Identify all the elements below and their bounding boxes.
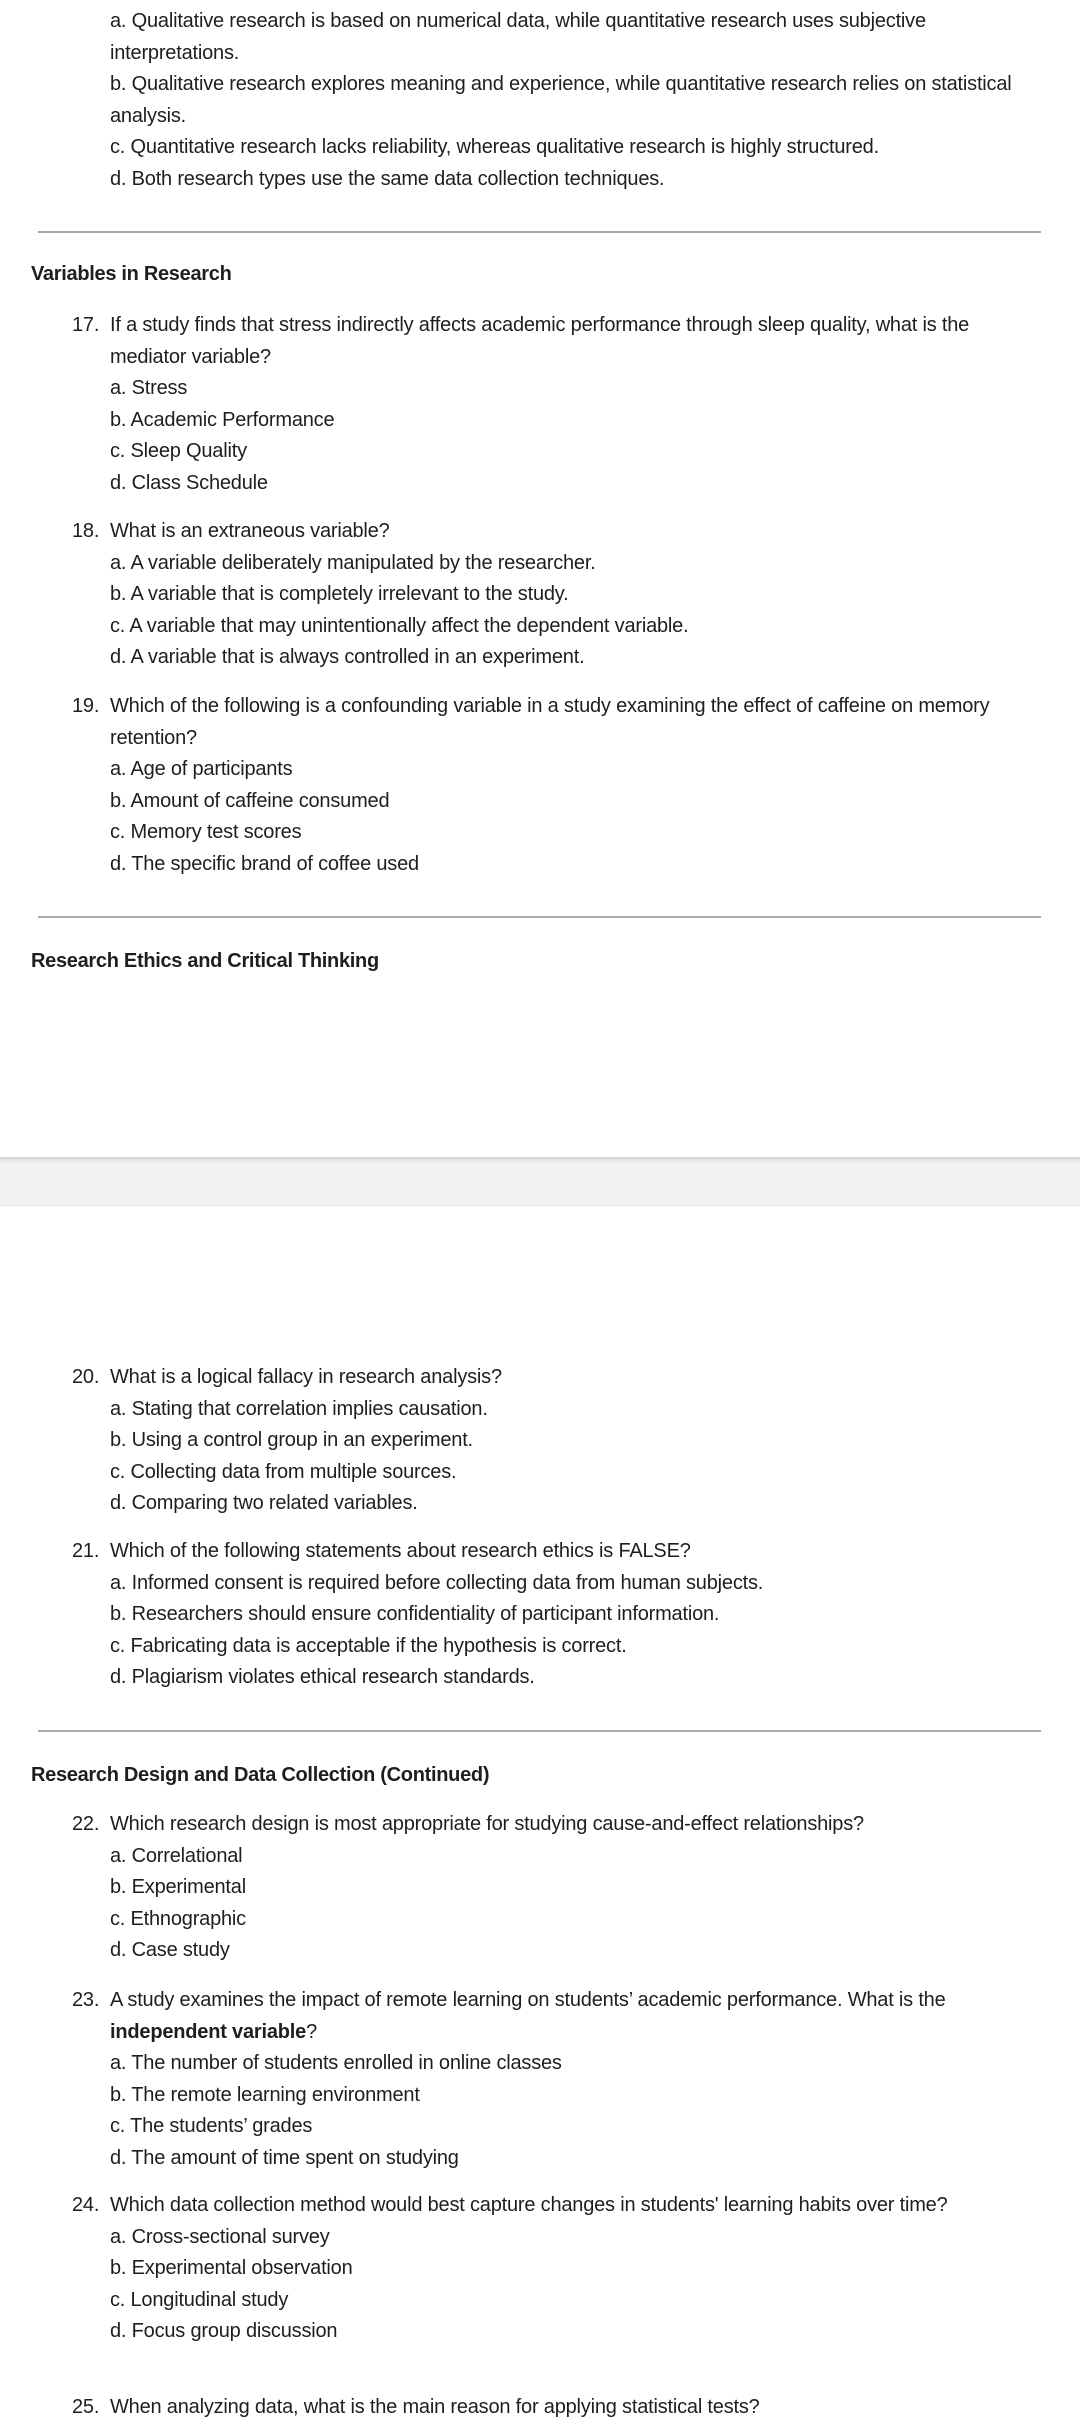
answer-option: a. Informed consent is required before c… (110, 1571, 764, 1594)
answer-option: b. Academic Performance (110, 408, 335, 431)
question-21: 21. Which of the following statements abo… (0, 1536, 1080, 1694)
question-stem: 17. If a study finds that stress indirect… (72, 310, 1040, 373)
question-number: 23. (72, 1989, 100, 2011)
answer-option: a. The number of students enrolled in on… (110, 2052, 562, 2074)
question-stem: 23. A study examines the impact of remote… (72, 1985, 1040, 2048)
answer-option: b. Experimental observation (110, 2257, 353, 2279)
answer-option: d. The amount of time spent on studying (110, 2146, 459, 2169)
question-text: A study examines the impact of remote le… (110, 1985, 1040, 2048)
question-text-part: Which research design is most appropriat… (110, 1813, 864, 1835)
question-stem: 20. What is a logical fallacy in research… (72, 1362, 1040, 1394)
question-number: 20. (72, 1366, 100, 1388)
answer-option: d. Both research types use the same data… (110, 167, 665, 190)
question-22: 22. Which research design is most appropr… (0, 1809, 1080, 1967)
page-break-gap (0, 1157, 1080, 1206)
answer-option: a. Age of participants (110, 758, 293, 780)
question-text-part: When analyzing data, what is the main re… (110, 2396, 760, 2418)
answer-option: d. Comparing two related variables. (110, 1492, 418, 1514)
question-text-part: Which data collection method would best … (110, 2194, 948, 2216)
question-text: Which research design is most appropriat… (110, 1809, 1040, 1841)
question-text-part: Which of the following is a confounding … (110, 695, 990, 749)
answer-option: a. Correlational (110, 1844, 243, 1867)
question-bold-term: independent variable (110, 2020, 307, 2043)
answer-option: d. A variable that is always controlled … (110, 646, 585, 668)
section-heading-ethics: Research Ethics and Critical Thinking (31, 950, 379, 972)
answer-option: d. The specific brand of coffee used (110, 852, 419, 875)
answer-option: d. Class Schedule (110, 471, 268, 494)
question-text-part: What is an extraneous variable? (110, 520, 390, 542)
question-text: If a study finds that stress indirectly … (110, 310, 1040, 373)
answer-option: c. Fabricating data is acceptable if the… (110, 1634, 627, 1657)
question-19: 19. Which of the following is a confoundi… (0, 691, 1080, 880)
answer-option: b. Qualitative research explores meaning… (110, 73, 1012, 127)
question-stem: 24. Which data collection method would be… (72, 2190, 1040, 2222)
answer-option: c. Memory test scores (110, 821, 302, 843)
question-text: What is an extraneous variable? (110, 516, 1040, 548)
question-text: Which data collection method would best … (110, 2190, 1040, 2222)
answer-option: a. Stating that correlation implies caus… (110, 1397, 488, 1420)
answer-option: b. Amount of caffeine consumed (110, 789, 390, 812)
answer-option: a. Stress (110, 377, 188, 399)
question-number: 19. (72, 695, 100, 717)
question-number: 24. (72, 2194, 100, 2216)
answer-option: c. The students’ grades (110, 2115, 313, 2137)
answer-option: d. Focus group discussion (110, 2320, 338, 2342)
section-divider (38, 916, 1041, 918)
question-text-part: What is a logical fallacy in research an… (110, 1366, 502, 1388)
question-17: 17. If a study finds that stress indirect… (0, 310, 1080, 499)
answer-option: a. Qualitative research is based on nume… (110, 10, 926, 64)
question-18: 18. What is an extraneous variable? a. A v… (0, 516, 1080, 674)
question-number: 22. (72, 1813, 100, 1835)
question-text-part: A study examines the impact of remote le… (110, 1989, 946, 2011)
question-text-part: ? (306, 2020, 317, 2043)
question-stem: 22. Which research design is most appropr… (72, 1809, 1040, 1841)
answer-option: b. Using a control group in an experimen… (110, 1429, 473, 1451)
question-stem: 18. What is an extraneous variable? (72, 516, 1040, 548)
question-stem: 19. Which of the following is a confoundi… (72, 691, 1040, 754)
answer-option: b. The remote learning environment (110, 2083, 420, 2106)
answer-option: c. Collecting data from multiple sources… (110, 1460, 457, 1483)
question-20: 20. What is a logical fallacy in research… (0, 1362, 1080, 1520)
question-number: 18. (72, 520, 100, 542)
answer-option: c. Sleep Quality (110, 440, 247, 462)
question-text: What is a logical fallacy in research an… (110, 1362, 1040, 1394)
question-text: Which of the following is a confounding … (110, 691, 1040, 754)
section-heading-variables: Variables in Research (31, 263, 232, 285)
answer-option: c. Ethnographic (110, 1907, 246, 1930)
answer-option: b. A variable that is completely irrelev… (110, 583, 569, 605)
question-number: 21. (72, 1540, 100, 1562)
answer-option: c. Longitudinal study (110, 2288, 289, 2311)
answer-option: d. Plagiarism violates ethical research … (110, 1666, 535, 1688)
answer-option: b. Experimental (110, 1876, 246, 1898)
question-24: 24. Which data collection method would be… (0, 2190, 1080, 2348)
answer-option: c. A variable that may unintentionally a… (110, 614, 689, 637)
question-16-options-fragment: a. Qualitative research is based on nume… (0, 6, 1080, 195)
answer-option: a. Cross-sectional survey (110, 2225, 330, 2248)
question-number: 17. (72, 314, 100, 336)
question-text-part: If a study finds that stress indirectly … (110, 314, 970, 368)
question-text-part: Which of the following statements about … (110, 1540, 691, 1562)
question-text: Which of the following statements about … (110, 1536, 1040, 1568)
section-divider (38, 231, 1041, 233)
answer-option: c. Quantitative research lacks reliabili… (110, 136, 879, 158)
answer-option: d. Case study (110, 1939, 230, 1961)
answer-option: b. Researchers should ensure confidentia… (110, 1603, 720, 1625)
answer-option: a. A variable deliberately manipulated b… (110, 551, 596, 574)
question-stem: 21. Which of the following statements abo… (72, 1536, 1040, 1568)
section-heading-design: Research Design and Data Collection (Con… (31, 1764, 490, 1786)
section-divider (38, 1730, 1041, 1732)
question-23: 23. A study examines the impact of remote… (0, 1985, 1080, 2174)
